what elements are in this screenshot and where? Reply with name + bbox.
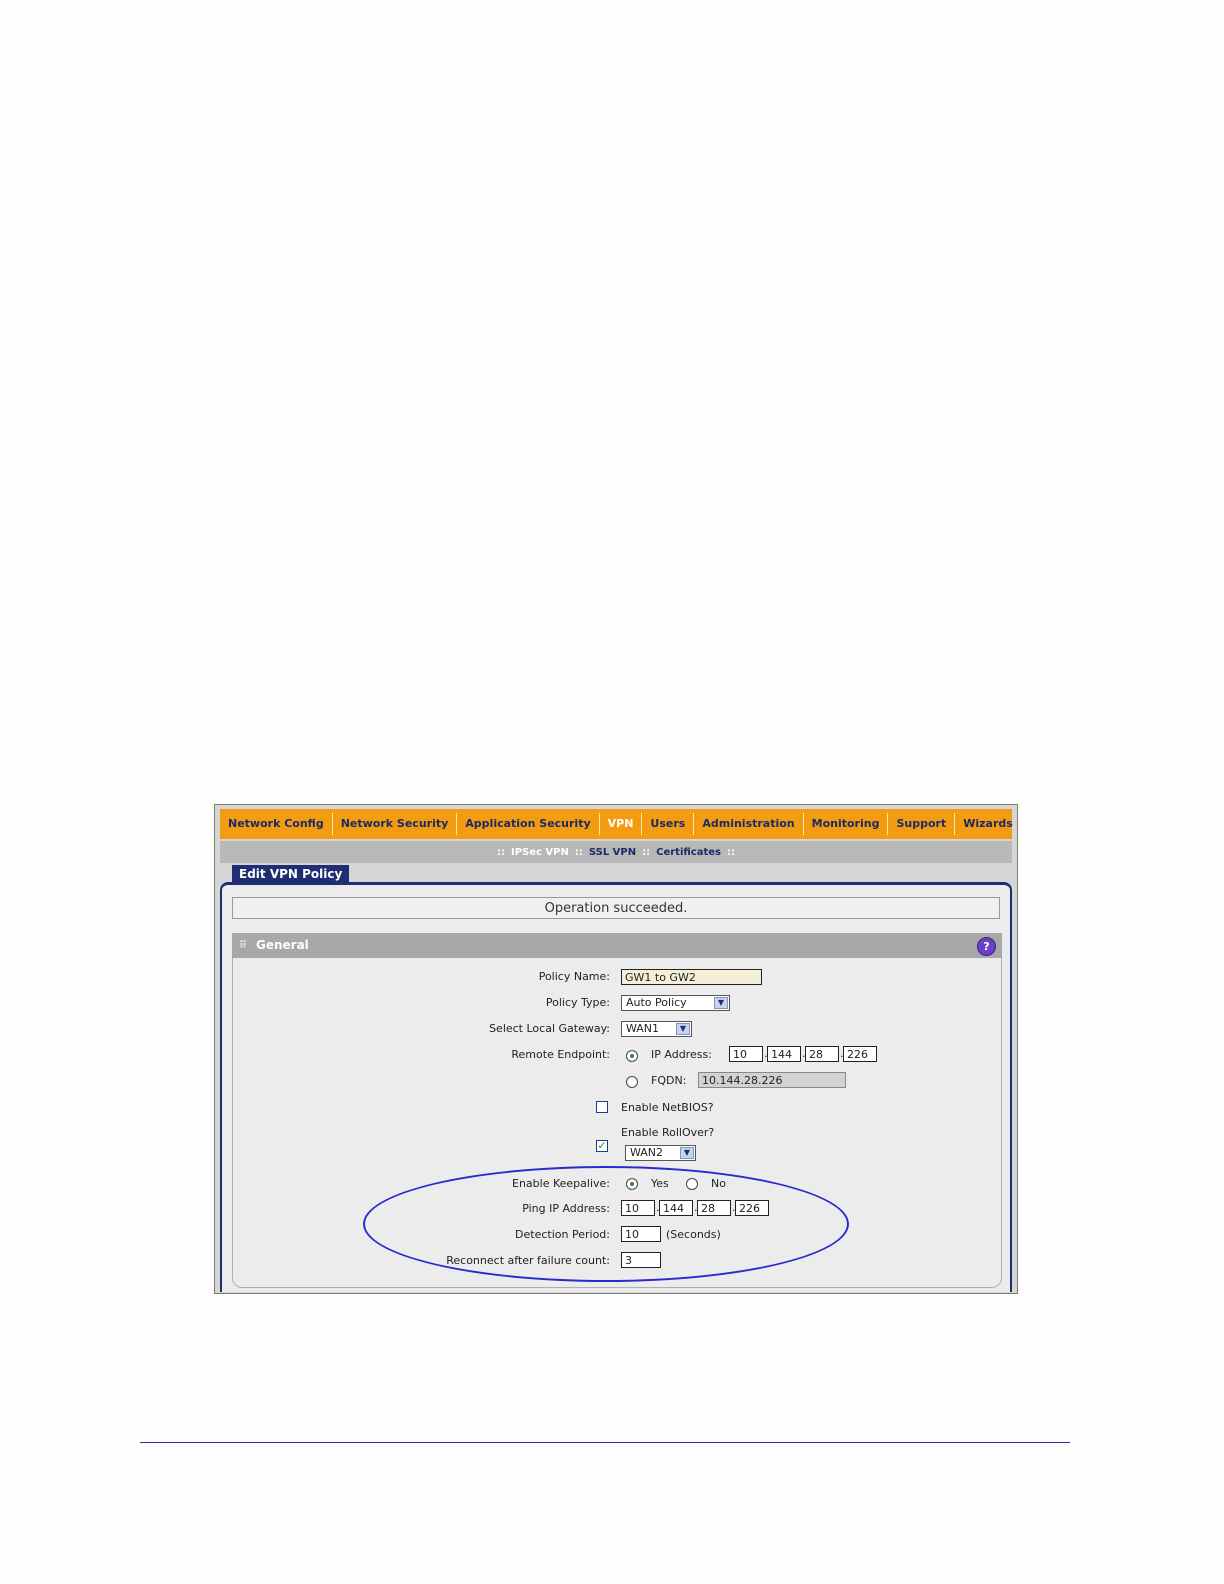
enable-rollover-label: Enable RollOver? [621, 1126, 715, 1139]
section-title: General [256, 938, 309, 952]
nav-network-config[interactable]: Network Config [220, 813, 333, 835]
nav-users[interactable]: Users [642, 813, 695, 835]
grip-icon: ⠿ [239, 940, 247, 951]
remote-ip-label: IP Address: [651, 1048, 712, 1061]
help-icon[interactable]: ? [977, 937, 996, 956]
nav-support[interactable]: Support [888, 813, 956, 835]
footer-rule [140, 1442, 1070, 1443]
fqdn-input[interactable]: 10.144.28.226 [698, 1072, 846, 1088]
subnav-ssl-vpn[interactable]: SSL VPN [589, 847, 636, 858]
nav-vpn[interactable]: VPN [600, 813, 643, 835]
subnav-separator: :: [574, 846, 583, 858]
top-navigation: Network Config Network Security Applicat… [220, 809, 1013, 839]
subnav-ipsec-vpn[interactable]: IPSec VPN [511, 847, 569, 858]
local-gateway-value: WAN1 [626, 1022, 660, 1035]
remote-endpoint-fqdn-radio[interactable] [626, 1076, 638, 1088]
policy-type-value: Auto Policy [626, 996, 687, 1009]
fqdn-label: FQDN: [651, 1074, 687, 1087]
chevron-down-icon: ▼ [714, 997, 728, 1009]
chevron-down-icon: ▼ [676, 1023, 690, 1035]
remote-ip-octet-1[interactable]: 10 [729, 1046, 763, 1062]
local-gateway-select[interactable]: WAN1 ▼ [621, 1021, 692, 1037]
rollover-wan-select[interactable]: WAN2 ▼ [625, 1145, 696, 1161]
subnav-separator: :: [642, 846, 651, 858]
enable-rollover-checkbox[interactable]: ✓ [596, 1140, 608, 1152]
rollover-wan-value: WAN2 [630, 1146, 664, 1159]
local-gateway-label: Select Local Gateway: [489, 1022, 610, 1035]
policy-name-input[interactable]: GW1 to GW2 [621, 969, 762, 985]
policy-type-select[interactable]: Auto Policy ▼ [621, 995, 730, 1011]
nav-monitoring[interactable]: Monitoring [804, 813, 889, 835]
policy-type-label: Policy Type: [545, 996, 610, 1009]
sub-navigation: :: IPSec VPN :: SSL VPN :: Certificates … [220, 841, 1012, 863]
remote-ip-octet-4[interactable]: 226 [843, 1046, 877, 1062]
subnav-separator: :: [727, 846, 735, 858]
section-header-general: ⠿ General ? [232, 933, 1002, 958]
remote-endpoint-ip-radio[interactable] [626, 1050, 638, 1062]
remote-ip-octet-2[interactable]: 144 [767, 1046, 801, 1062]
remote-ip-octet-3[interactable]: 28 [805, 1046, 839, 1062]
nav-wizards[interactable]: Wizards [955, 813, 1017, 835]
status-message: Operation succeeded. [232, 897, 1000, 919]
tab-edit-vpn-policy[interactable]: Edit VPN Policy [232, 865, 349, 883]
remote-endpoint-label: Remote Endpoint: [511, 1048, 610, 1061]
highlight-ellipse [363, 1166, 849, 1282]
policy-name-label: Policy Name: [538, 970, 610, 983]
subnav-separator: :: [496, 846, 505, 858]
subnav-certificates[interactable]: Certificates [656, 847, 721, 858]
nav-administration[interactable]: Administration [694, 813, 804, 835]
nav-network-security[interactable]: Network Security [333, 813, 458, 835]
chevron-down-icon: ▼ [680, 1147, 694, 1159]
nav-application-security[interactable]: Application Security [457, 813, 600, 835]
enable-netbios-label: Enable NetBIOS? [621, 1101, 714, 1114]
enable-netbios-checkbox[interactable] [596, 1101, 608, 1113]
